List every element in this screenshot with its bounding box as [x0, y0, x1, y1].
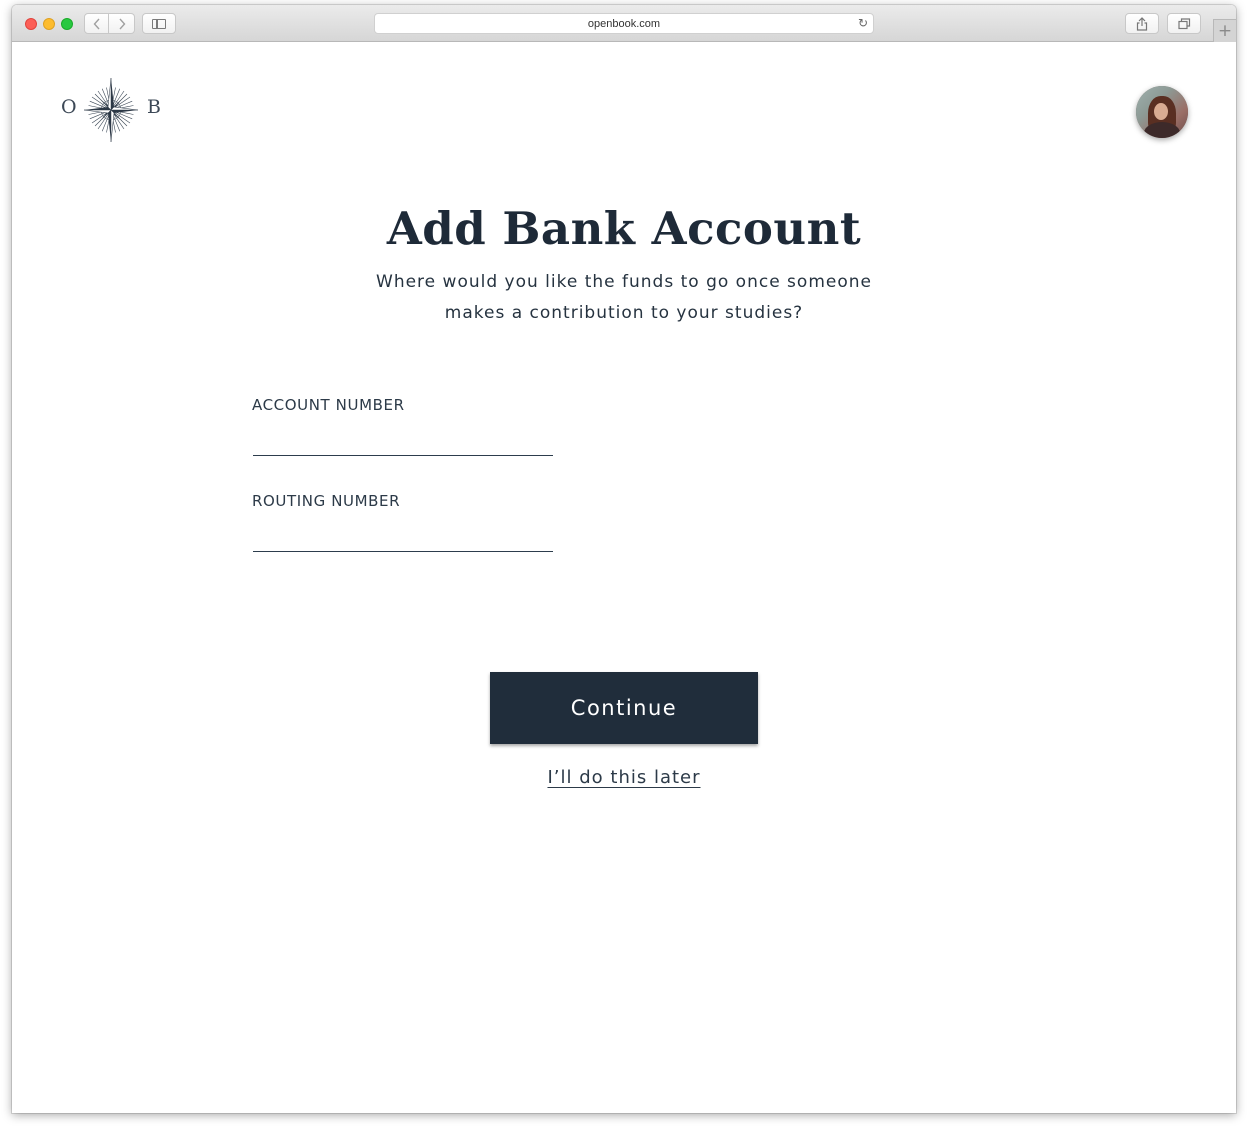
sidebar-icon: [152, 18, 166, 29]
user-avatar[interactable]: [1136, 86, 1188, 138]
maximize-window-button[interactable]: [61, 18, 73, 30]
back-button[interactable]: [84, 13, 109, 34]
continue-button[interactable]: Continue: [490, 672, 758, 744]
logo-letter-b: B: [147, 96, 161, 118]
routing-number-label: ROUTING NUMBER: [252, 492, 401, 510]
account-number-input[interactable]: [253, 426, 553, 456]
brand-logo[interactable]: O B: [60, 76, 164, 144]
tabs-icon: [1177, 17, 1190, 29]
reload-icon[interactable]: ↻: [858, 16, 868, 30]
subtitle-line-1: Where would you like the funds to go onc…: [376, 272, 872, 292]
url-text: openbook.com: [587, 17, 661, 30]
minimize-window-button[interactable]: [43, 18, 55, 30]
browser-window: openbook.com ↻ + O B Add Bank Account Wh…: [12, 5, 1236, 1113]
close-window-button[interactable]: [25, 18, 37, 30]
routing-number-input[interactable]: [253, 522, 553, 552]
forward-button[interactable]: [109, 13, 135, 34]
chevron-left-icon: [93, 18, 100, 29]
page-content: O B Add Bank Account Where would you lik…: [12, 42, 1236, 1113]
logo-letter-o: O: [61, 96, 77, 118]
subtitle-line-2: makes a contribution to your studies?: [444, 303, 804, 323]
browser-toolbar: openbook.com ↻ +: [12, 5, 1236, 42]
avatar-body: [1144, 122, 1180, 138]
sidebar-toggle-button[interactable]: [142, 13, 176, 34]
avatar-face: [1154, 103, 1168, 120]
compass-rose-icon: [83, 77, 139, 143]
chevron-right-icon: [118, 18, 125, 29]
show-tabs-button[interactable]: [1167, 13, 1201, 34]
share-icon: [1136, 16, 1148, 31]
share-button[interactable]: [1125, 13, 1159, 34]
address-bar[interactable]: openbook.com ↻: [374, 13, 874, 34]
account-number-label: ACCOUNT NUMBER: [252, 396, 405, 414]
do-this-later-link[interactable]: I’ll do this later: [12, 767, 1236, 788]
page-title: Add Bank Account: [386, 202, 862, 255]
page-subtitle: Where would you like the funds to go onc…: [374, 267, 874, 329]
new-tab-button[interactable]: +: [1213, 19, 1236, 42]
